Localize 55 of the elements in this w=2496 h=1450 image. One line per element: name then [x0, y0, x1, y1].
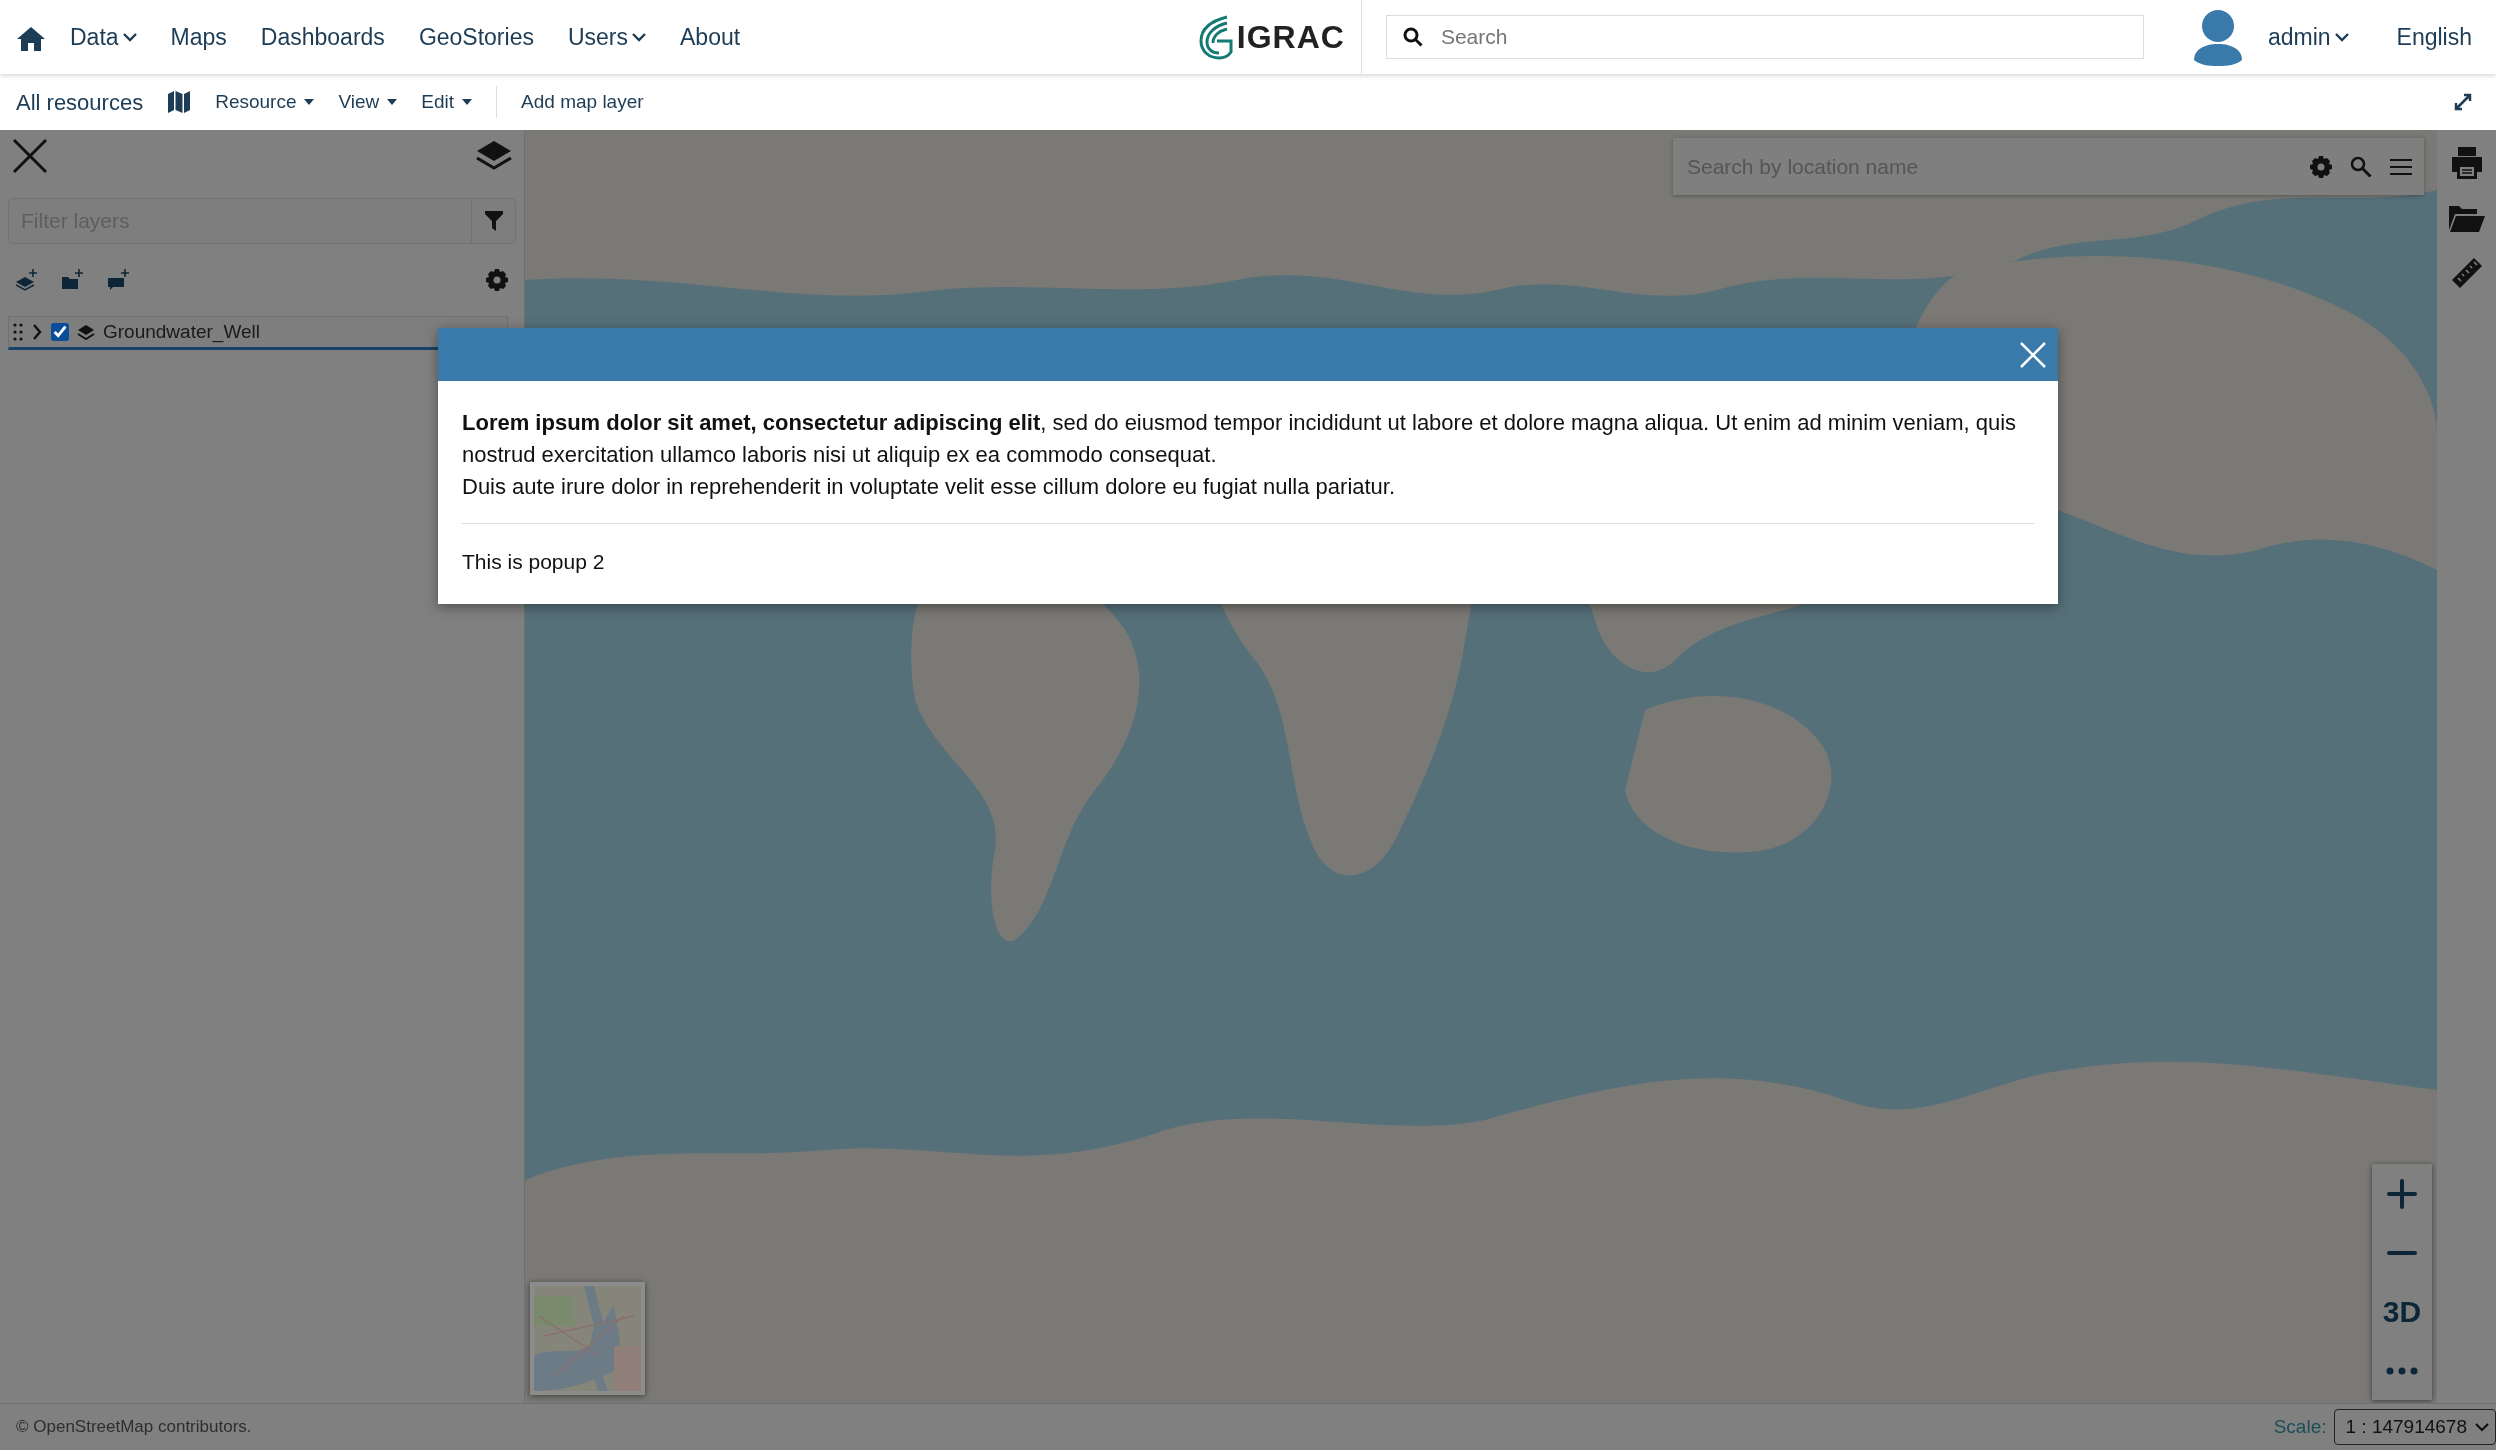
- home-icon: [16, 25, 46, 52]
- user-menu[interactable]: admin: [2267, 19, 2349, 55]
- add-comment-icon[interactable]: [108, 269, 130, 291]
- chevron-right-icon[interactable]: [31, 324, 43, 340]
- caret-icon: [387, 99, 398, 105]
- nav-link[interactable]: GeoStories: [418, 19, 534, 55]
- user-avatar-icon[interactable]: [2191, 8, 2244, 66]
- toolbar-menu[interactable]: Edit: [421, 87, 473, 117]
- caret-icon: [304, 99, 315, 105]
- toolbar-link[interactable]: All resources: [16, 85, 144, 119]
- close-icon: [2020, 341, 2046, 368]
- toolbar-menu[interactable]: View: [338, 87, 398, 117]
- nav-link[interactable]: Data: [70, 19, 137, 55]
- minus-icon: [2387, 1249, 2417, 1256]
- nav-link[interactable]: Users: [567, 19, 646, 55]
- caret-icon: [462, 99, 473, 105]
- search-field[interactable]: Search: [1438, 20, 2127, 54]
- chevron-down-icon: [2334, 32, 2349, 42]
- scale-dropdown[interactable]: 1 : 147914678: [2334, 1409, 2496, 1445]
- language-selector[interactable]: English: [2396, 19, 2472, 55]
- expand-icon[interactable]: [2454, 93, 2472, 111]
- add-layer-icon[interactable]: [16, 269, 38, 291]
- more-icon: [2386, 1366, 2418, 1375]
- search-bar[interactable]: Search: [1385, 15, 2144, 59]
- settings-icon[interactable]: [2310, 155, 2332, 178]
- toolbar-link[interactable]: Add map layer: [521, 87, 644, 117]
- filter-icon[interactable]: [484, 211, 503, 231]
- drag-handle-icon[interactable]: [13, 323, 23, 341]
- close-icon[interactable]: [12, 138, 48, 174]
- layer-checkbox[interactable]: [51, 323, 69, 341]
- nav-link[interactable]: Maps: [170, 19, 227, 55]
- search-icon[interactable]: [2350, 155, 2372, 178]
- layer-icon: [77, 324, 95, 340]
- menu-icon[interactable]: [2390, 157, 2412, 176]
- site-logo[interactable]: IGRAC: [1196, 13, 1345, 61]
- chevron-down-icon: [2475, 1422, 2489, 1432]
- add-folder-icon[interactable]: [62, 269, 84, 291]
- search-icon: [1402, 27, 1423, 47]
- layers-icon[interactable]: [476, 140, 512, 172]
- plus-icon: [2387, 1178, 2417, 1209]
- settings-icon[interactable]: [486, 269, 508, 291]
- folder-icon[interactable]: [2448, 204, 2485, 232]
- printer-icon[interactable]: [2449, 146, 2484, 180]
- close-button[interactable]: [2020, 341, 2046, 368]
- nav-link[interactable]: Dashboards: [260, 19, 385, 55]
- layer-row[interactable]: Groundwater_Well: [8, 316, 508, 350]
- popup-footer-text: This is popup 2: [462, 550, 605, 573]
- layer-name: Groundwater_Well: [103, 319, 260, 345]
- nav-link[interactable]: About: [680, 19, 741, 55]
- popup-paragraph: Duis aute irure dolor in reprehenderit in voluptate velit esse cillum dolore eu fugiat nulla pariatur.: [462, 473, 1397, 501]
- attribution-text: © OpenStreetMap contributors.: [16, 1416, 252, 1439]
- toolbar-menu[interactable]: Resource: [215, 87, 315, 117]
- scale-label: Scale:: [2273, 1414, 2327, 1439]
- map-icon[interactable]: [167, 90, 192, 114]
- popup-paragraph: Lorem ipsum dolor sit amet, consectetur adipiscing elit, sed do eiusmod tempor incididunt ut labore et dolore magna aliqua. Ut enim ad minim veniam, quis nostrud exercitation ullamco laboris nisi ut aliquip ex ea commodo consequat.: [462, 409, 2018, 469]
